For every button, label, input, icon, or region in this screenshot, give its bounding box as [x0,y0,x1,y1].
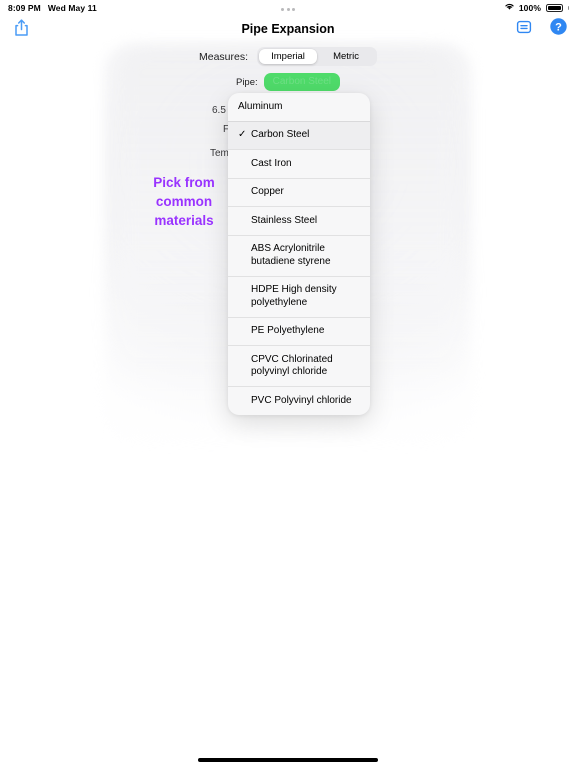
annotation-text: Pick from common materials [153,175,215,228]
menu-item-label: HDPE High density polyethylene [251,284,337,308]
material-dropdown-menu[interactable]: Aluminum ✓ Carbon Steel Cast Iron Copper… [228,93,370,415]
menu-item-label: PVC Polyvinyl chloride [251,394,352,406]
menu-item-label: CPVC Chlorinated polyvinyl chloride [251,353,333,378]
menu-item-pe[interactable]: PE Polyethylene [228,316,370,346]
pipe-row: Pipe: Carbon Steel [0,73,576,91]
pipe-label: Pipe: [235,76,258,88]
menu-item-copper[interactable]: Copper [228,177,370,207]
menu-item-hdpe[interactable]: HDPE High density polyethylene [228,275,370,317]
diameter-value: 6.5 [212,105,226,116]
menu-item-stainless-steel[interactable]: Stainless Steel [228,206,370,235]
segment-imperial[interactable]: Imperial [259,49,318,64]
app-screen: 8:09 PM Wed May 11 100% Pipe Expansion ?… [0,0,576,768]
menu-item-label: Cast Iron [251,157,292,169]
measures-segmented-control[interactable]: Imperial Metric [257,47,378,66]
measures-row: Measures: Imperial Metric [0,47,576,66]
menu-item-label: Carbon Steel [251,129,310,140]
form-content: Measures: Imperial Metric Pipe: Carbon S… [0,0,576,768]
menu-item-label: PE Polyethylene [251,325,325,336]
checkmark-icon: ✓ [238,129,247,140]
menu-item-cpvc[interactable]: CPVC Chlorinated polyvinyl chloride [228,345,370,386]
menu-item-cast-iron[interactable]: Cast Iron [228,149,370,178]
temperature-label-partial: Tem [210,148,229,159]
menu-item-label: Copper [251,186,284,197]
menu-item-aluminum[interactable]: Aluminum [228,93,370,121]
menu-item-pvc[interactable]: PVC Polyvinyl chloride [228,386,370,415]
measures-label: Measures: [198,50,249,63]
pipe-material-button[interactable]: Carbon Steel [263,73,341,91]
segment-metric[interactable]: Metric [317,49,375,64]
menu-item-label: ABS Acrylonitrile butadiene styrene [251,243,331,267]
home-indicator[interactable] [198,758,378,762]
menu-item-label: Aluminum [238,100,283,112]
menu-item-carbon-steel[interactable]: ✓ Carbon Steel [228,120,370,149]
menu-item-abs[interactable]: ABS Acrylonitrile butadiene styrene [228,234,370,276]
menu-item-label: Stainless Steel [251,214,318,226]
